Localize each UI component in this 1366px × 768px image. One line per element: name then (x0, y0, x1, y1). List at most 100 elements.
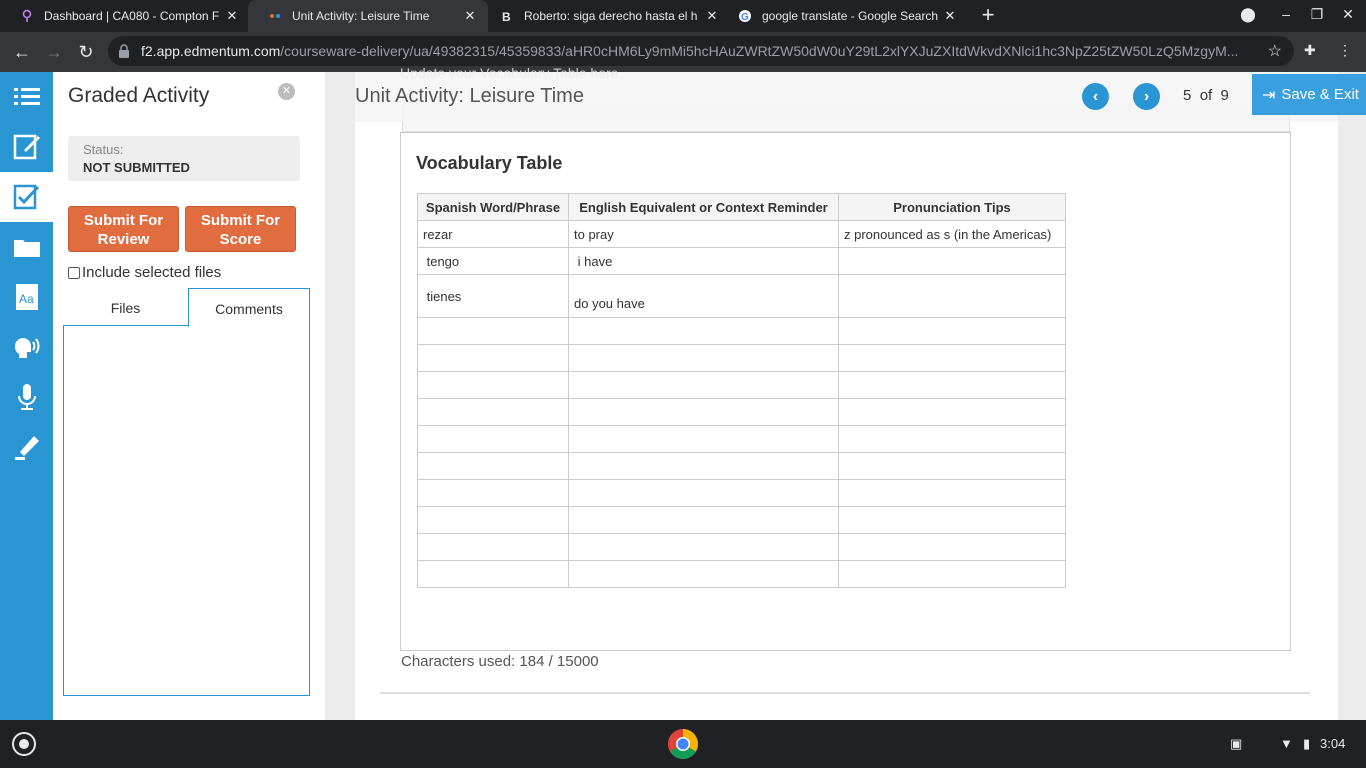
close-window-icon[interactable]: ✕ (1338, 6, 1358, 23)
save-exit-label: Save & Exit (1281, 86, 1359, 103)
table-cell[interactable] (838, 247, 1066, 275)
table-cell[interactable] (838, 560, 1066, 588)
table-cell[interactable] (417, 425, 569, 453)
table-cell[interactable] (568, 452, 839, 480)
table-cell[interactable]: tengo (417, 247, 569, 275)
table-cell[interactable] (838, 317, 1066, 345)
next-page-button[interactable]: › (1133, 83, 1160, 110)
table-cell[interactable] (838, 452, 1066, 480)
extensions-puzzle-icon[interactable]: ✚ (1304, 42, 1316, 59)
table-cell[interactable] (838, 425, 1066, 453)
save-and-exit-button[interactable]: ⇥ Save & Exit (1252, 74, 1366, 115)
profile-dropdown-icon[interactable]: ⬤ (1238, 6, 1258, 23)
table-row (417, 506, 1066, 534)
table-cell[interactable] (417, 452, 569, 480)
tab-comments[interactable]: Comments (188, 288, 310, 327)
table-cell[interactable] (417, 371, 569, 399)
browser-menu-icon[interactable]: ⋮ (1338, 42, 1352, 59)
submit-for-review-button[interactable]: Submit For Review (68, 206, 179, 252)
battery-icon[interactable]: ▮ (1303, 736, 1310, 752)
speaking-head-icon[interactable] (0, 322, 53, 372)
close-tab-icon[interactable]: ✕ (224, 8, 240, 24)
table-cell[interactable] (417, 533, 569, 561)
table-cell[interactable] (417, 560, 569, 588)
new-tab-plus-icon[interactable]: + (977, 4, 999, 27)
address-bar[interactable]: f2.app.edmentum.com/courseware-delivery/… (108, 36, 1294, 66)
column-header: English Equivalent or Context Reminder (568, 193, 839, 221)
table-row (417, 425, 1066, 453)
table-cell[interactable] (838, 371, 1066, 399)
wifi-icon[interactable]: ▼ (1280, 736, 1293, 751)
table-row (417, 560, 1066, 588)
bookmark-star-icon[interactable]: ☆ (1268, 41, 1282, 61)
microphone-icon[interactable] (0, 372, 53, 422)
minimize-icon[interactable]: – (1276, 6, 1296, 22)
edmentum-favicon-icon (270, 14, 280, 18)
submit-for-score-button[interactable]: Submit For Score (185, 206, 296, 252)
table-cell[interactable] (568, 479, 839, 507)
table-cell[interactable] (417, 506, 569, 534)
table-cell[interactable] (417, 317, 569, 345)
tab-google-translate[interactable]: G google translate - Google Search ✕ (718, 0, 968, 32)
bing-b-favicon-icon: B (502, 10, 511, 23)
table-cell[interactable] (568, 371, 839, 399)
table-cell[interactable]: to pray (568, 220, 839, 248)
table-cell[interactable] (568, 560, 839, 588)
tab-dashboard[interactable]: Dashboard | CA080 - Compton F ✕ (0, 0, 248, 32)
reload-icon[interactable]: ↻ (74, 40, 98, 64)
folder-icon[interactable] (0, 222, 53, 272)
table-cell[interactable] (417, 479, 569, 507)
close-tab-icon[interactable]: ✕ (942, 8, 958, 24)
table-cell[interactable] (568, 425, 839, 453)
rich-text-editor[interactable]: Vocabulary Table Spanish Word/Phrase Eng… (400, 132, 1291, 651)
graded-activity-checklist-icon[interactable] (0, 172, 53, 222)
column-header: Pronunciation Tips (838, 193, 1066, 221)
column-header: Spanish Word/Phrase (417, 193, 569, 221)
table-cell[interactable]: do you have (568, 274, 839, 318)
graded-activity-panel: Graded Activity ✕ Status: NOT SUBMITTED … (53, 72, 325, 720)
back-arrow-icon[interactable]: ← (10, 40, 34, 64)
close-tab-icon[interactable]: ✕ (462, 8, 478, 24)
screen-capture-icon[interactable]: ▣ (1230, 736, 1242, 752)
vocabulary-table: Spanish Word/Phrase English Equivalent o… (417, 193, 1066, 588)
edit-document-icon[interactable] (0, 122, 53, 172)
table-cell[interactable] (838, 274, 1066, 318)
table-cell[interactable] (838, 398, 1066, 426)
highlighter-icon[interactable] (0, 422, 53, 472)
table-row (417, 452, 1066, 480)
table-cell[interactable]: rezar (417, 220, 569, 248)
maximize-icon[interactable]: ❐ (1307, 6, 1327, 23)
forward-arrow-icon[interactable]: → (42, 40, 66, 64)
table-cell[interactable] (838, 506, 1066, 534)
table-row (417, 371, 1066, 399)
table-cell[interactable] (838, 479, 1066, 507)
include-files-checkbox[interactable] (68, 266, 80, 279)
table-cell[interactable] (568, 344, 839, 372)
tab-files[interactable]: Files (63, 288, 188, 326)
tab-unit-activity[interactable]: Unit Activity: Leisure Time ✕ (248, 0, 488, 32)
table-cell[interactable] (417, 344, 569, 372)
table-row: tengo i have (417, 247, 1066, 275)
table-cell[interactable] (568, 317, 839, 345)
table-cell[interactable] (568, 398, 839, 426)
launcher-dot (19, 739, 29, 749)
clock-time[interactable]: 3:04 (1320, 736, 1345, 751)
close-panel-icon[interactable]: ✕ (278, 83, 295, 100)
table-cell[interactable]: i have (568, 247, 839, 275)
tab-title: Roberto: siga derecho hasta el h (524, 9, 698, 23)
list-icon[interactable] (0, 72, 53, 122)
table-cell[interactable]: z pronounced as s (in the Americas) (838, 220, 1066, 248)
table-cell[interactable] (838, 533, 1066, 561)
dictionary-icon[interactable]: Aa (0, 272, 53, 322)
previous-page-button[interactable]: ‹ (1082, 83, 1109, 110)
table-cell[interactable]: tienes (417, 274, 569, 318)
table-cell[interactable] (568, 506, 839, 534)
table-cell[interactable] (838, 344, 1066, 372)
svg-text:G: G (741, 12, 749, 23)
table-cell[interactable] (568, 533, 839, 561)
table-cell[interactable] (417, 398, 569, 426)
tab-roberto[interactable]: B Roberto: siga derecho hasta el h ✕ (480, 0, 728, 32)
chrome-icon[interactable] (667, 728, 699, 760)
status-box: Status: NOT SUBMITTED (68, 136, 300, 181)
table-row (417, 479, 1066, 507)
